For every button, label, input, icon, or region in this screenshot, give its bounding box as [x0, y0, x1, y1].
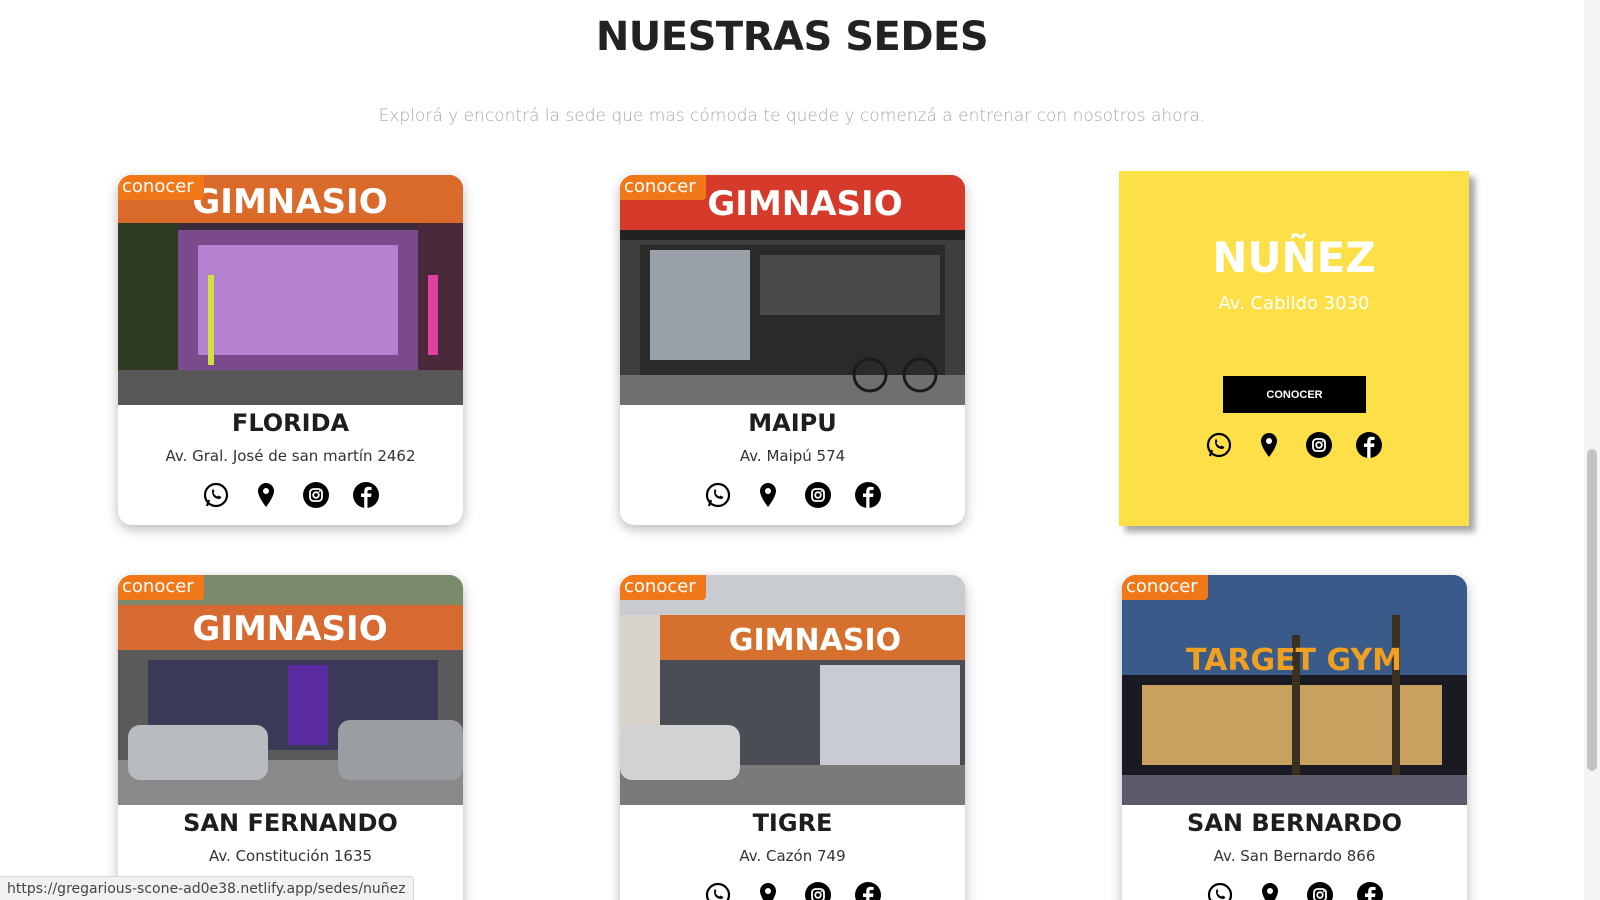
- svg-text:GIMNASIO: GIMNASIO: [192, 609, 387, 649]
- map-pin-icon[interactable]: [1255, 431, 1283, 459]
- conocer-tag[interactable]: conocer: [620, 575, 706, 600]
- location-photo[interactable]: GIMNASIO: [118, 575, 463, 805]
- conocer-button[interactable]: CONOCER: [1223, 376, 1366, 413]
- location-card-nunez-featured[interactable]: NUÑEZ Av. Cabildo 3030 CONOCER: [1119, 171, 1469, 526]
- instagram-icon[interactable]: [1306, 881, 1334, 900]
- svg-text:GIMNASIO: GIMNASIO: [707, 184, 902, 224]
- page-subtitle: Explorá y encontrá la sede que mas cómod…: [378, 106, 1206, 126]
- vertical-scrollbar[interactable]: [1584, 0, 1600, 900]
- svg-text:GIMNASIO: GIMNASIO: [729, 623, 901, 658]
- instagram-icon[interactable]: [804, 481, 832, 509]
- location-name: SAN BERNARDO: [1187, 809, 1402, 837]
- social-icons: [620, 881, 965, 900]
- location-card-florida[interactable]: GIMNASIO conocer FLORIDA Av. Gral. José …: [118, 175, 463, 525]
- page: NUESTRAS SEDES Explorá y encontrá la sed…: [0, 0, 1600, 900]
- map-pin-icon[interactable]: [252, 481, 280, 509]
- whatsapp-icon[interactable]: [704, 881, 732, 900]
- whatsapp-icon[interactable]: [1206, 881, 1234, 900]
- status-bar-url: https://gregarious-scone-ad0e38.netlify.…: [0, 876, 414, 900]
- conocer-tag[interactable]: conocer: [620, 175, 706, 200]
- social-icons: [1122, 881, 1467, 900]
- conocer-tag[interactable]: conocer: [1122, 575, 1208, 600]
- svg-text:TARGET GYM: TARGET GYM: [1186, 643, 1402, 678]
- instagram-icon[interactable]: [1305, 431, 1333, 459]
- location-card-san-fernando[interactable]: GIMNASIO conocer SAN FERNANDO Av. Consti…: [118, 575, 463, 900]
- location-name: SAN FERNANDO: [183, 809, 398, 837]
- location-name: MAIPU: [748, 409, 837, 437]
- location-address: Av. Gral. José de san martín 2462: [165, 447, 416, 465]
- whatsapp-icon[interactable]: [202, 481, 230, 509]
- whatsapp-icon[interactable]: [704, 481, 732, 509]
- location-name: TIGRE: [752, 809, 833, 837]
- social-icons: [118, 481, 463, 509]
- facebook-icon[interactable]: [854, 481, 882, 509]
- map-pin-icon[interactable]: [1256, 881, 1284, 900]
- location-name: NUÑEZ: [1212, 233, 1376, 282]
- facebook-icon[interactable]: [1356, 881, 1384, 900]
- facebook-icon[interactable]: [352, 481, 380, 509]
- whatsapp-icon[interactable]: [1205, 431, 1233, 459]
- location-address: Av. Cazón 749: [739, 847, 846, 865]
- location-address: Av. Maipú 574: [739, 447, 846, 465]
- location-address: Av. Constitución 1635: [208, 847, 373, 865]
- conocer-tag[interactable]: conocer: [118, 175, 204, 200]
- location-card-san-bernardo[interactable]: TARGET GYM conocer SAN BERNARDO Av. San …: [1122, 575, 1467, 900]
- location-address: Av. San Bernardo 866: [1213, 847, 1376, 865]
- location-photo[interactable]: GIMNASIO: [118, 175, 463, 405]
- map-pin-icon[interactable]: [754, 481, 782, 509]
- facebook-icon[interactable]: [854, 881, 882, 900]
- location-card-maipu[interactable]: GIMNASIO conocer MAIPU Av. Maipú 574: [620, 175, 965, 525]
- svg-text:GIMNASIO: GIMNASIO: [192, 182, 387, 222]
- conocer-tag[interactable]: conocer: [118, 575, 204, 600]
- social-icons: [1119, 431, 1469, 459]
- location-photo[interactable]: GIMNASIO: [620, 175, 965, 405]
- instagram-icon[interactable]: [804, 881, 832, 900]
- instagram-icon[interactable]: [302, 481, 330, 509]
- map-pin-icon[interactable]: [754, 881, 782, 900]
- social-icons: [620, 481, 965, 509]
- scrollbar-thumb[interactable]: [1587, 449, 1597, 771]
- location-photo[interactable]: GIMNASIO: [620, 575, 965, 805]
- location-address: Av. Cabildo 3030: [1218, 293, 1370, 314]
- location-name: FLORIDA: [231, 409, 350, 437]
- location-card-tigre[interactable]: GIMNASIO conocer TIGRE Av. Cazón 749: [620, 575, 965, 900]
- page-title: NUESTRAS SEDES: [595, 14, 989, 60]
- facebook-icon[interactable]: [1355, 431, 1383, 459]
- location-photo[interactable]: TARGET GYM: [1122, 575, 1467, 805]
